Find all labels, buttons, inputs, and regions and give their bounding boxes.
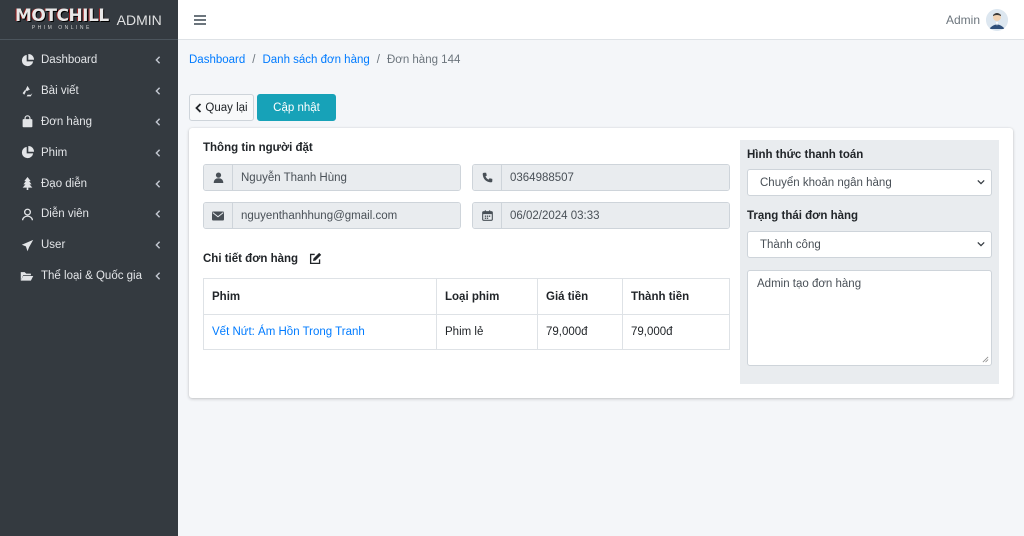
sidebar-item-bai-viet[interactable]: Bài viết bbox=[0, 76, 178, 107]
sidebar: MOTCHILL PHIM ONLINE ADMIN Dashboard Bài… bbox=[0, 0, 178, 536]
paper-plane-icon bbox=[20, 238, 34, 252]
order-status-select[interactable]: Thành công bbox=[747, 231, 992, 258]
customer-name-field[interactable]: Nguyễn Thanh Hùng bbox=[203, 164, 461, 191]
breadcrumb-dashboard[interactable]: Dashboard bbox=[189, 54, 245, 66]
customer-email-field[interactable]: nguyenthanhhung@gmail.com bbox=[203, 202, 461, 229]
top-navbar: Admin bbox=[178, 0, 1024, 40]
table-header-row: Phim Loại phim Giá tiền Thành tiền bbox=[203, 278, 730, 315]
menu-toggle-icon[interactable] bbox=[194, 14, 206, 25]
customer-info-title: Thông tin người đặt bbox=[203, 142, 313, 154]
folder-open-icon bbox=[20, 269, 34, 283]
breadcrumb-order-list[interactable]: Danh sách đơn hàng bbox=[262, 54, 369, 66]
chevron-down-icon bbox=[977, 241, 985, 247]
chart-pie-icon bbox=[20, 146, 34, 160]
tree-icon bbox=[20, 177, 34, 191]
envelope-icon bbox=[204, 203, 233, 228]
brand[interactable]: MOTCHILL PHIM ONLINE ADMIN bbox=[0, 0, 178, 40]
payment-method-label: Hình thức thanh toán bbox=[747, 149, 864, 161]
back-button[interactable]: Quay lại bbox=[189, 94, 254, 121]
chart-pie-icon bbox=[20, 53, 34, 67]
sidebar-item-user[interactable]: User bbox=[0, 230, 178, 261]
order-status-label: Trạng thái đơn hàng bbox=[747, 210, 859, 222]
chevron-left-icon bbox=[155, 210, 163, 219]
edit-icon[interactable] bbox=[309, 252, 322, 265]
sidebar-item-phim[interactable]: Phim bbox=[0, 137, 178, 168]
order-note-textarea[interactable]: Admin tạo đơn hàng bbox=[747, 270, 992, 366]
chevron-left-icon bbox=[155, 118, 163, 126]
payment-method-select[interactable]: Chuyển khoản ngân hàng bbox=[747, 169, 992, 196]
avatar[interactable] bbox=[986, 8, 1008, 31]
order-detail-table: Phim Loại phim Giá tiền Thành tiền Vết N… bbox=[203, 278, 730, 350]
chevron-left-icon bbox=[155, 272, 163, 280]
order-card: Thông tin người đặt Nguyễn Thanh Hùng 03… bbox=[189, 128, 1013, 398]
column-header: Thành tiền bbox=[622, 278, 730, 315]
total-cell: 79,000đ bbox=[622, 314, 730, 350]
order-detail-title: Chi tiết đơn hàng bbox=[203, 252, 322, 265]
breadcrumb-separator: / bbox=[252, 54, 256, 66]
sidebar-item-dao-dien[interactable]: Đạo diễn bbox=[0, 168, 178, 199]
brand-title: ADMIN bbox=[116, 11, 162, 28]
update-button[interactable]: Cập nhật bbox=[257, 94, 336, 121]
chevron-left-icon bbox=[155, 179, 163, 188]
column-header: Phim bbox=[203, 278, 437, 315]
breadcrumb-separator: / bbox=[376, 54, 380, 66]
brand-logo: MOTCHILL PHIM ONLINE bbox=[15, 6, 109, 32]
user-icon bbox=[204, 165, 233, 190]
calendar-icon bbox=[473, 203, 502, 228]
breadcrumb-current: Đơn hàng 144 bbox=[386, 54, 461, 66]
payment-panel: Hình thức thanh toán Chuyển khoản ngân h… bbox=[740, 140, 999, 384]
table-row: Vết Nứt: Ám Hồn Trong Tranh Phim lẻ 79,0… bbox=[203, 314, 730, 350]
chevron-left-icon bbox=[155, 241, 163, 249]
sidebar-item-dien-vien[interactable]: Diễn viên bbox=[0, 199, 178, 230]
film-link[interactable]: Vết Nứt: Ám Hồn Trong Tranh bbox=[212, 326, 365, 338]
film-type-cell: Phim lẻ bbox=[436, 314, 538, 350]
user-outline-icon bbox=[20, 207, 34, 221]
sidebar-nav: Dashboard Bài viết Đơn hàng Phim Đạo diễ… bbox=[0, 40, 178, 291]
admin-name[interactable]: Admin bbox=[946, 13, 980, 27]
chevron-left-icon bbox=[155, 149, 163, 157]
column-header: Loại phim bbox=[436, 278, 538, 315]
sidebar-item-don-hang[interactable]: Đơn hàng bbox=[0, 107, 178, 138]
breadcrumb: Dashboard / Danh sách đơn hàng / Đơn hàn… bbox=[189, 54, 460, 66]
order-date-field[interactable]: 06/02/2024 03:33 bbox=[472, 202, 730, 229]
sidebar-item-dashboard[interactable]: Dashboard bbox=[0, 45, 178, 76]
film-link-cell: Vết Nứt: Ám Hồn Trong Tranh bbox=[203, 314, 437, 350]
phone-icon bbox=[473, 165, 502, 190]
chevron-left-icon bbox=[155, 56, 163, 65]
recycle-icon bbox=[20, 84, 34, 98]
resize-handle-icon[interactable] bbox=[982, 356, 989, 363]
customer-phone-field[interactable]: 0364988507 bbox=[472, 164, 730, 191]
column-header: Giá tiền bbox=[537, 278, 623, 315]
chevron-left-icon bbox=[195, 102, 202, 113]
shopping-bag-icon bbox=[20, 115, 34, 129]
chevron-down-icon bbox=[977, 179, 985, 185]
chevron-left-icon bbox=[155, 87, 163, 95]
price-cell: 79,000đ bbox=[537, 314, 623, 350]
sidebar-item-the-loai[interactable]: Thể loại & Quốc gia bbox=[0, 261, 178, 292]
